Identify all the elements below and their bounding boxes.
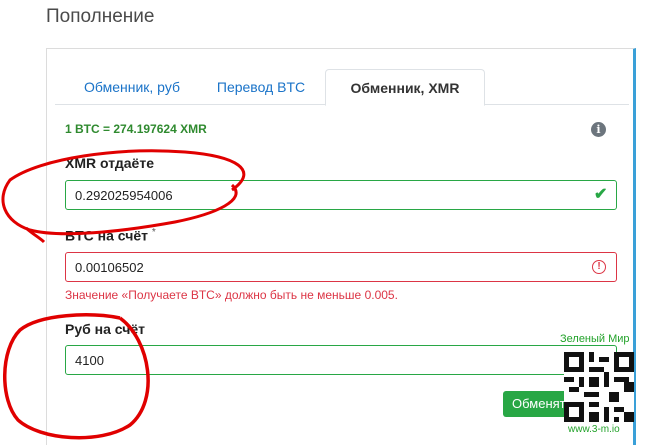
error-icon: ! [592, 260, 606, 274]
xmr-give-input[interactable] [65, 180, 617, 210]
tab-exchanger-rub[interactable]: Обменник, руб [67, 69, 197, 105]
exchange-card: Обменник, руб Перевод BTC Обменник, XMR … [46, 48, 636, 445]
rub-account-input[interactable] [65, 345, 617, 375]
watermark-url: www.3-m.io [568, 424, 620, 435]
check-icon: ✔ [594, 186, 608, 203]
page-title: Пополнение [46, 6, 155, 27]
watermark-title: Зеленый Мир [560, 333, 630, 345]
required-mark: * [151, 227, 156, 238]
btc-receive-label-text: BTC на счёт [65, 227, 148, 244]
circle-tail-mark [25, 226, 46, 244]
btc-receive-input[interactable] [65, 252, 617, 282]
xmr-give-label: XMR отдаёте [65, 155, 154, 171]
btc-error-message: Значение «Получаете BTC» должно быть не … [65, 288, 398, 302]
rub-account-label: Руб на счёт [65, 321, 145, 337]
info-icon[interactable]: i [591, 122, 606, 137]
btc-receive-label: BTC на счёт * [65, 227, 156, 244]
tab-btc-transfer[interactable]: Перевод BTC [207, 69, 315, 105]
tab-exchanger-xmr[interactable]: Обменник, XMR [325, 69, 485, 106]
exchange-rate: 1 BTC = 274.197624 XMR [65, 122, 207, 136]
qr-code-icon [564, 352, 634, 422]
tab-bar: Обменник, руб Перевод BTC Обменник, XMR [55, 69, 629, 106]
